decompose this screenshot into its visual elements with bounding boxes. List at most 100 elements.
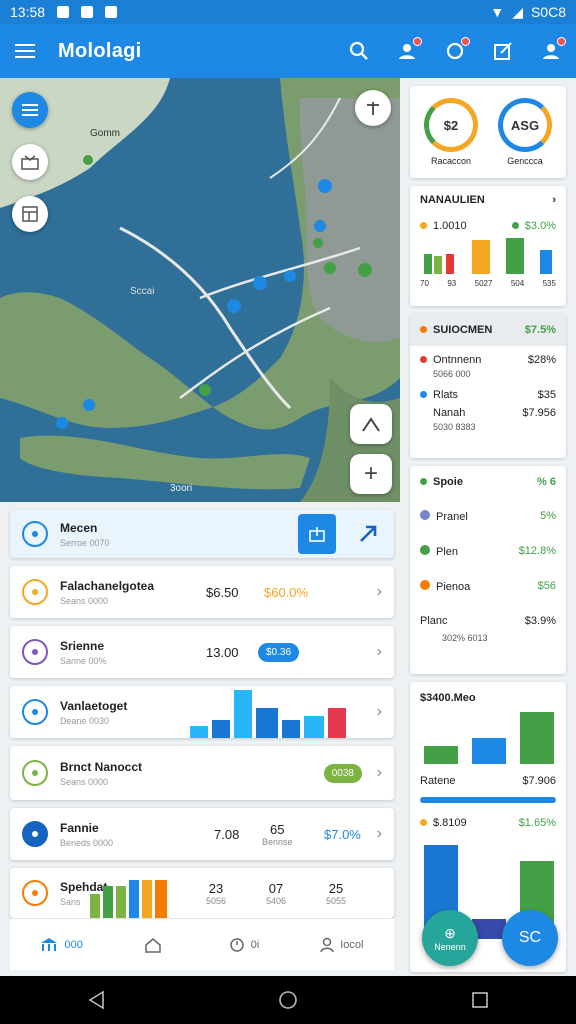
map-view[interactable]: Gomm Sccai 3oori + xyxy=(0,78,400,502)
chevron-right-icon: › xyxy=(376,825,382,842)
item-sub: 5030 8383 xyxy=(433,422,476,432)
bar xyxy=(424,254,432,274)
chevron-right-icon: › xyxy=(376,643,382,660)
status-text: S0C8 xyxy=(530,4,566,20)
share-button[interactable] xyxy=(298,514,336,554)
eco-icon xyxy=(22,760,48,786)
home-button-icon[interactable] xyxy=(278,990,298,1010)
user-icon xyxy=(320,937,334,952)
ring-label: Genccca xyxy=(507,156,543,166)
home-icon xyxy=(145,937,161,953)
map-terrain xyxy=(0,78,400,502)
grid-button[interactable] xyxy=(12,196,48,232)
item-value: 7.08 xyxy=(214,826,240,842)
item-value: $7.906 xyxy=(522,775,556,787)
list-item[interactable]: Fannie Beneds 0000 7.08 65 Bennse $7.0% … xyxy=(10,808,394,860)
mini-bar-chart xyxy=(90,880,167,918)
legend-value: 1.0010 xyxy=(433,220,467,232)
bar xyxy=(103,886,113,918)
item-title: Brnct Nanocct xyxy=(60,759,143,774)
mini-bar-chart xyxy=(190,690,346,738)
zoom-in-button[interactable]: + xyxy=(350,454,392,494)
action-fab[interactable]: ⊕ Nenenn xyxy=(422,910,478,966)
bar xyxy=(212,720,230,738)
rotate-button[interactable] xyxy=(350,404,392,444)
back-icon[interactable] xyxy=(87,990,105,1010)
inbox-icon xyxy=(21,155,39,170)
system-nav-bar xyxy=(0,976,576,1024)
item-subtitle: Beneds 0000 xyxy=(60,837,114,848)
compass-icon xyxy=(362,417,380,432)
search-icon[interactable] xyxy=(348,40,370,62)
profile-alert-icon[interactable] xyxy=(396,37,422,62)
list-item[interactable]: Brnct Nanocct Seans 0000 0038 › xyxy=(10,746,394,800)
nav-clock[interactable]: 0i xyxy=(229,937,259,953)
item-title: Vanlaetoget xyxy=(60,698,128,713)
card-value: % 6 xyxy=(537,476,556,488)
pin-button[interactable] xyxy=(355,90,391,126)
nav-label: 000 xyxy=(64,938,83,951)
inbox-button[interactable] xyxy=(12,144,48,180)
list-item[interactable]: Spehdat Sans 23 5056 07 5406 25 5055 xyxy=(10,868,394,918)
status-badge: $0.36 xyxy=(258,642,300,662)
breakdown-card[interactable]: Spoie % 6 Pranel 5% Plen $12.8% Pienoa $56 … xyxy=(410,466,566,674)
signal-icon: ◢ xyxy=(512,3,523,20)
message-icon xyxy=(81,6,94,18)
item-value: 07 xyxy=(268,880,284,896)
list-item[interactable]: Srienne Sanne 00% 13.00 $0.36 › xyxy=(10,626,394,678)
item-subvalue: Bennse xyxy=(262,836,293,847)
wifi-icon: ▼ xyxy=(490,4,505,20)
item-title: Falachanelgotea xyxy=(60,578,155,593)
map-label: Sccai xyxy=(130,286,155,297)
location-icon xyxy=(22,521,48,547)
bank-icon xyxy=(41,937,58,951)
mini-chart-card[interactable]: NANAULIEN › 1.0010 $3.0% 70 93 5027 504 … xyxy=(410,186,566,306)
list-item[interactable]: Falachanelgotea Seans 0000 $6.50 $60.0% … xyxy=(10,566,394,618)
bar xyxy=(424,746,458,764)
leaf-icon xyxy=(22,699,48,725)
axis-label: 70 xyxy=(420,279,429,288)
summary-card[interactable]: SUIOCMEN $7.5% Ontnnenn $28% 5066 000 Rla… xyxy=(410,314,566,458)
recents-icon[interactable] xyxy=(471,991,489,1009)
sync-alert-icon[interactable] xyxy=(444,37,470,62)
status-bar: 13:58 ▼ ◢ S0C8 xyxy=(0,0,576,24)
item-subtitle: Deane 0030 xyxy=(60,715,110,726)
menu-icon[interactable] xyxy=(14,40,36,62)
rings-card[interactable]: $2 Racaccon ASG Genccca xyxy=(410,86,566,178)
item-title: Mecen xyxy=(60,520,98,535)
list-item[interactable]: Mecen Serroe 0070 xyxy=(10,510,394,558)
notification-icon xyxy=(57,6,70,18)
item-value: 65 xyxy=(270,821,285,837)
nav-bank[interactable]: 000 xyxy=(40,937,83,953)
axis-label: 5027 xyxy=(474,279,493,288)
bar xyxy=(304,716,324,738)
legend-label: $.8109 xyxy=(433,817,467,829)
item-value: 13.00 xyxy=(206,644,239,660)
nav-user[interactable]: Iocol xyxy=(320,937,364,953)
nav-home[interactable] xyxy=(144,937,168,953)
navigate-icon[interactable] xyxy=(358,524,378,549)
item-subvalue: 5056 xyxy=(206,895,227,906)
account-icon[interactable] xyxy=(540,37,566,62)
bar xyxy=(142,880,152,918)
settings-fab[interactable]: SC xyxy=(502,910,558,966)
chevron-right-icon: › xyxy=(376,583,382,600)
item-value: 25 xyxy=(328,880,344,896)
edit-icon[interactable] xyxy=(492,40,514,62)
layers-button[interactable] xyxy=(12,92,48,128)
item-label: Pranel xyxy=(436,511,468,523)
item-value: $12.8% xyxy=(518,545,556,557)
item-value: $28% xyxy=(527,354,556,366)
item-subtitle: Seans 0000 xyxy=(60,776,109,787)
bar xyxy=(434,256,442,274)
payment-icon: ⊕ xyxy=(444,924,456,941)
bar xyxy=(472,240,490,274)
item-subtitle: Sanne 00% xyxy=(60,655,107,666)
clock-icon xyxy=(229,937,244,952)
list-item[interactable]: Vanlaetoget Deane 0030 › xyxy=(10,686,394,738)
item-subtitle: Serroe 0070 xyxy=(60,537,110,548)
nav-label: Iocol xyxy=(340,938,364,951)
list-icon xyxy=(22,104,38,116)
legend-value: $1.65% xyxy=(518,817,556,829)
fuel-icon xyxy=(22,579,48,605)
